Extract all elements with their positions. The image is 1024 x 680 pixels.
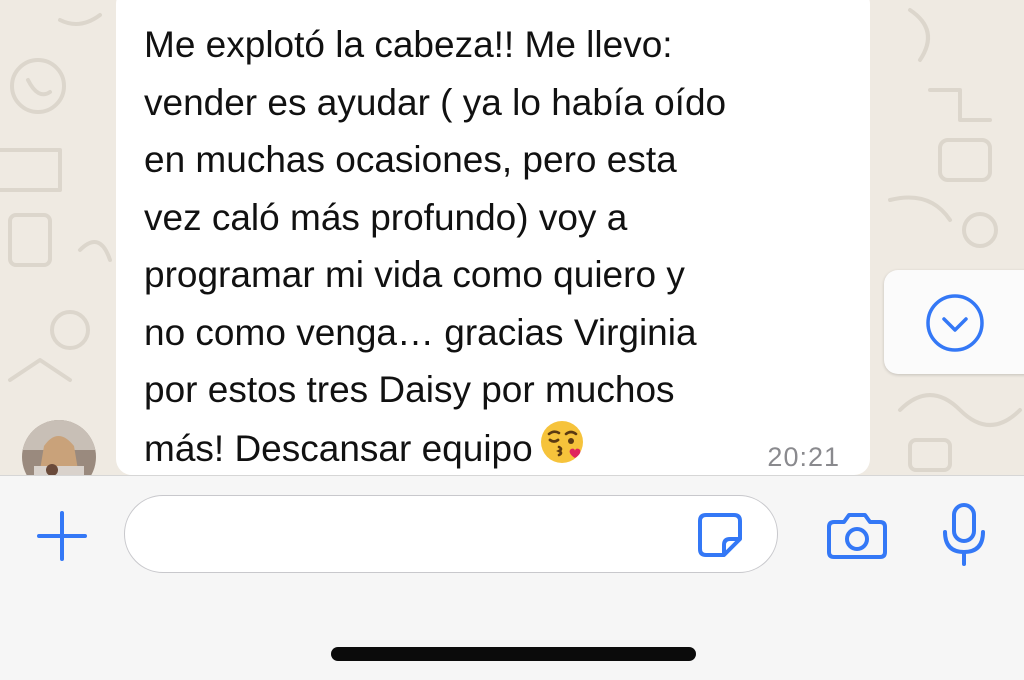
message-bubble[interactable]: Me explotó la cabeza!! Me llevo: vender … [116, 0, 870, 475]
message-body: Me explotó la cabeza!! Me llevo: vender … [144, 24, 727, 469]
chat-area[interactable]: Me explotó la cabeza!! Me llevo: vender … [0, 0, 1024, 475]
composer-bar [0, 475, 1024, 680]
message-input[interactable] [124, 495, 778, 573]
message-text: Me explotó la cabeza!! Me llevo: vender … [144, 16, 844, 475]
sticker-icon[interactable] [696, 511, 744, 559]
plus-icon[interactable] [35, 509, 89, 563]
home-indicator [331, 647, 696, 661]
message-timestamp: 20:21 [767, 442, 840, 472]
kiss-emoji-icon [539, 419, 585, 476]
microphone-icon[interactable] [940, 502, 988, 568]
wallpaper-doodle-right [888, 8, 1022, 472]
camera-icon[interactable] [826, 510, 888, 560]
scroll-to-bottom-button[interactable] [884, 270, 1024, 374]
wallpaper-doodle-left [0, 13, 112, 382]
chevron-down-circle-icon [926, 294, 984, 352]
